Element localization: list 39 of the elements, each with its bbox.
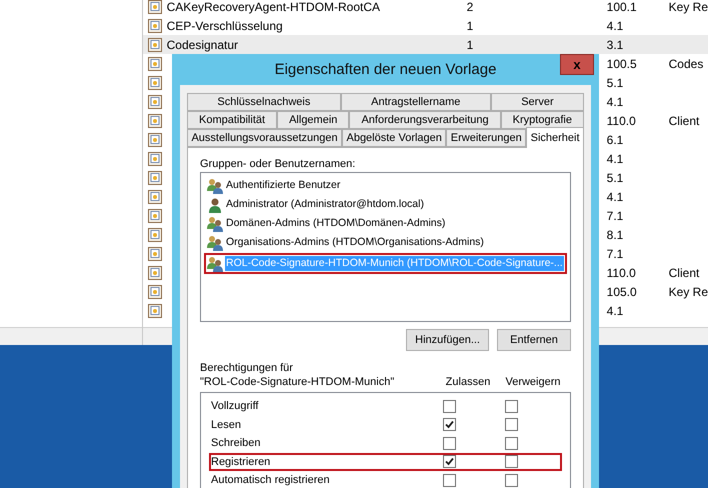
- window-title: Eigenschaften der neuen Vorlage: [274, 60, 496, 80]
- principals-label: Gruppen- oder Benutzernamen:: [200, 157, 356, 172]
- template-version: 110.0: [606, 114, 636, 128]
- template-version: 4.1: [606, 152, 624, 166]
- template-version: 8.1: [606, 228, 624, 242]
- allow-header: Zulassen: [444, 375, 492, 389]
- template-version: 4.1: [606, 304, 624, 318]
- template-count: 1: [466, 38, 474, 52]
- template-count: 2: [466, 0, 474, 14]
- permission-name: Registrieren: [211, 454, 272, 470]
- template-name: CAKeyRecoveryAgent-HTDOM-RootCA: [166, 0, 380, 14]
- template-version: 5.1: [606, 76, 624, 90]
- template-version: 4.1: [606, 190, 624, 204]
- deny-header: Verweigern: [504, 375, 562, 389]
- template-purpose: Key Re: [668, 0, 708, 14]
- permissions-principal: "ROL-Code-Signature-HTDOM-Munich": [200, 375, 396, 389]
- template-purpose: Key Re: [668, 284, 708, 298]
- permission-name: Lesen: [211, 418, 242, 432]
- template-purpose: Client: [668, 114, 700, 128]
- permissions-label: Berechtigungen für: [200, 361, 294, 375]
- template-version: 4.1: [606, 94, 624, 108]
- permission-name: Vollzugriff: [211, 399, 260, 414]
- template-version: 110.0: [606, 266, 636, 280]
- template-version: 100.1: [606, 0, 637, 14]
- template-version: 100.5: [606, 56, 637, 70]
- template-version: 7.1: [606, 246, 624, 260]
- template-name: Codesignatur: [166, 38, 238, 52]
- template-version: 6.1: [606, 132, 624, 146]
- template-version: 3.1: [606, 38, 624, 52]
- template-version: 105.0: [606, 284, 637, 298]
- template-version: 5.1: [606, 170, 624, 184]
- template-name: CEP-Verschlüsselung: [166, 18, 283, 32]
- template-purpose: Codes: [668, 56, 704, 70]
- template-purpose: Client: [668, 266, 700, 280]
- template-version: 4.1: [606, 18, 624, 32]
- template-version: 7.1: [606, 208, 624, 222]
- permission-name: Automatisch registrieren: [211, 473, 331, 488]
- template-count: 1: [466, 18, 474, 32]
- permission-name: Schreiben: [211, 436, 262, 451]
